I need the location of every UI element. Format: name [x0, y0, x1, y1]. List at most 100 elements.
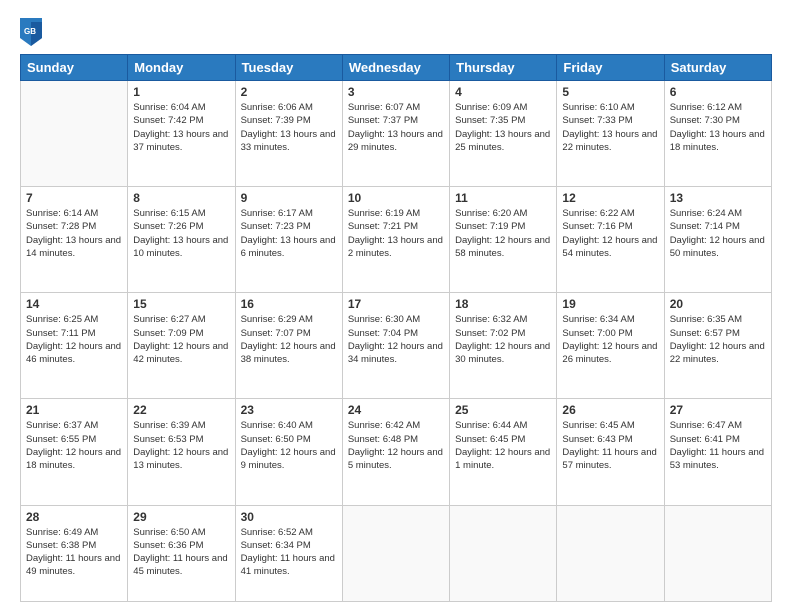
day-number: 19 — [562, 297, 658, 311]
day-info: Sunrise: 6:44 AMSunset: 6:45 PMDaylight:… — [455, 419, 551, 472]
day-info: Sunrise: 6:07 AMSunset: 7:37 PMDaylight:… — [348, 101, 444, 154]
day-number: 1 — [133, 85, 229, 99]
day-number: 11 — [455, 191, 551, 205]
calendar-cell: 17Sunrise: 6:30 AMSunset: 7:04 PMDayligh… — [342, 293, 449, 399]
day-info: Sunrise: 6:10 AMSunset: 7:33 PMDaylight:… — [562, 101, 658, 154]
weekday-header-monday: Monday — [128, 55, 235, 81]
weekday-header-friday: Friday — [557, 55, 664, 81]
day-info: Sunrise: 6:17 AMSunset: 7:23 PMDaylight:… — [241, 207, 337, 260]
day-info: Sunrise: 6:40 AMSunset: 6:50 PMDaylight:… — [241, 419, 337, 472]
header: GB — [20, 18, 772, 46]
day-info: Sunrise: 6:34 AMSunset: 7:00 PMDaylight:… — [562, 313, 658, 366]
day-number: 22 — [133, 403, 229, 417]
day-info: Sunrise: 6:45 AMSunset: 6:43 PMDaylight:… — [562, 419, 658, 472]
day-info: Sunrise: 6:12 AMSunset: 7:30 PMDaylight:… — [670, 101, 766, 154]
day-info: Sunrise: 6:27 AMSunset: 7:09 PMDaylight:… — [133, 313, 229, 366]
day-number: 2 — [241, 85, 337, 99]
day-number: 10 — [348, 191, 444, 205]
day-info: Sunrise: 6:04 AMSunset: 7:42 PMDaylight:… — [133, 101, 229, 154]
calendar-cell — [450, 505, 557, 602]
week-row-4: 21 Sunrise: 6:37 AMSunset: 6:55 PMDayligh… — [21, 399, 772, 505]
calendar-cell: 10 Sunrise: 6:19 AMSunset: 7:21 PMDayligh… — [342, 187, 449, 293]
day-number: 27 — [670, 403, 766, 417]
day-number: 8 — [133, 191, 229, 205]
weekday-header-sunday: Sunday — [21, 55, 128, 81]
calendar-cell: 11 Sunrise: 6:20 AMSunset: 7:19 PMDayligh… — [450, 187, 557, 293]
calendar-cell: 14 Sunrise: 6:25 AMSunset: 7:11 PMDayligh… — [21, 293, 128, 399]
calendar-cell: 23 Sunrise: 6:40 AMSunset: 6:50 PMDayligh… — [235, 399, 342, 505]
calendar-cell: 28 Sunrise: 6:49 AMSunset: 6:38 PMDayligh… — [21, 505, 128, 602]
page: GB SundayMondayTuesdayWednesdayThursdayF… — [0, 0, 792, 612]
day-info: Sunrise: 6:24 AMSunset: 7:14 PMDaylight:… — [670, 207, 766, 260]
calendar-cell: 3 Sunrise: 6:07 AMSunset: 7:37 PMDaylight… — [342, 81, 449, 187]
day-number: 21 — [26, 403, 122, 417]
day-number: 7 — [26, 191, 122, 205]
day-info: Sunrise: 6:29 AMSunset: 7:07 PMDaylight:… — [241, 313, 337, 366]
day-info: Sunrise: 6:39 AMSunset: 6:53 PMDaylight:… — [133, 419, 229, 472]
day-number: 28 — [26, 510, 122, 524]
day-info: Sunrise: 6:14 AMSunset: 7:28 PMDaylight:… — [26, 207, 122, 260]
day-info: Sunrise: 6:42 AMSunset: 6:48 PMDaylight:… — [348, 419, 444, 472]
calendar-cell: 19 Sunrise: 6:34 AMSunset: 7:00 PMDayligh… — [557, 293, 664, 399]
day-info: Sunrise: 6:22 AMSunset: 7:16 PMDaylight:… — [562, 207, 658, 260]
calendar-cell: 22 Sunrise: 6:39 AMSunset: 6:53 PMDayligh… — [128, 399, 235, 505]
day-info: Sunrise: 6:32 AMSunset: 7:02 PMDaylight:… — [455, 313, 551, 366]
day-number: 12 — [562, 191, 658, 205]
day-number: 23 — [241, 403, 337, 417]
calendar-cell: 25 Sunrise: 6:44 AMSunset: 6:45 PMDayligh… — [450, 399, 557, 505]
calendar-cell: 8Sunrise: 6:15 AMSunset: 7:26 PMDaylight… — [128, 187, 235, 293]
day-info: Sunrise: 6:37 AMSunset: 6:55 PMDaylight:… — [26, 419, 122, 472]
calendar-cell: 6 Sunrise: 6:12 AMSunset: 7:30 PMDaylight… — [664, 81, 771, 187]
day-number: 20 — [670, 297, 766, 311]
day-number: 25 — [455, 403, 551, 417]
calendar-table: SundayMondayTuesdayWednesdayThursdayFrid… — [20, 54, 772, 602]
day-info: Sunrise: 6:35 AMSunset: 6:57 PMDaylight:… — [670, 313, 766, 366]
day-number: 5 — [562, 85, 658, 99]
calendar-cell: 4 Sunrise: 6:09 AMSunset: 7:35 PMDaylight… — [450, 81, 557, 187]
calendar-cell: 1 Sunrise: 6:04 AMSunset: 7:42 PMDaylight… — [128, 81, 235, 187]
day-number: 24 — [348, 403, 444, 417]
day-number: 4 — [455, 85, 551, 99]
weekday-header-saturday: Saturday — [664, 55, 771, 81]
calendar-cell: 13 Sunrise: 6:24 AMSunset: 7:14 PMDayligh… — [664, 187, 771, 293]
week-row-1: 1 Sunrise: 6:04 AMSunset: 7:42 PMDaylight… — [21, 81, 772, 187]
calendar-cell: 9 Sunrise: 6:17 AMSunset: 7:23 PMDaylight… — [235, 187, 342, 293]
day-info: Sunrise: 6:50 AMSunset: 6:36 PMDaylight:… — [133, 526, 229, 579]
weekday-header-thursday: Thursday — [450, 55, 557, 81]
weekday-header-tuesday: Tuesday — [235, 55, 342, 81]
week-row-2: 7 Sunrise: 6:14 AMSunset: 7:28 PMDaylight… — [21, 187, 772, 293]
calendar-cell: 24 Sunrise: 6:42 AMSunset: 6:48 PMDayligh… — [342, 399, 449, 505]
day-number: 6 — [670, 85, 766, 99]
day-number: 13 — [670, 191, 766, 205]
calendar-cell: 2 Sunrise: 6:06 AMSunset: 7:39 PMDaylight… — [235, 81, 342, 187]
logo-icon: GB — [20, 18, 42, 46]
calendar-cell: 26Sunrise: 6:45 AMSunset: 6:43 PMDayligh… — [557, 399, 664, 505]
day-info: Sunrise: 6:49 AMSunset: 6:38 PMDaylight:… — [26, 526, 122, 579]
weekday-header-wednesday: Wednesday — [342, 55, 449, 81]
calendar-cell: 18Sunrise: 6:32 AMSunset: 7:02 PMDayligh… — [450, 293, 557, 399]
calendar-cell: 5 Sunrise: 6:10 AMSunset: 7:33 PMDaylight… — [557, 81, 664, 187]
calendar-cell: 21 Sunrise: 6:37 AMSunset: 6:55 PMDayligh… — [21, 399, 128, 505]
day-info: Sunrise: 6:25 AMSunset: 7:11 PMDaylight:… — [26, 313, 122, 366]
calendar-cell: 20 Sunrise: 6:35 AMSunset: 6:57 PMDayligh… — [664, 293, 771, 399]
calendar-cell: 30Sunrise: 6:52 AMSunset: 6:34 PMDayligh… — [235, 505, 342, 602]
day-number: 14 — [26, 297, 122, 311]
week-row-3: 14 Sunrise: 6:25 AMSunset: 7:11 PMDayligh… — [21, 293, 772, 399]
calendar-cell: 12 Sunrise: 6:22 AMSunset: 7:16 PMDayligh… — [557, 187, 664, 293]
day-number: 15 — [133, 297, 229, 311]
calendar-cell — [557, 505, 664, 602]
svg-text:GB: GB — [24, 27, 36, 36]
day-info: Sunrise: 6:20 AMSunset: 7:19 PMDaylight:… — [455, 207, 551, 260]
logo: GB — [20, 18, 46, 46]
day-number: 9 — [241, 191, 337, 205]
calendar-cell: 15 Sunrise: 6:27 AMSunset: 7:09 PMDayligh… — [128, 293, 235, 399]
calendar-cell: 7 Sunrise: 6:14 AMSunset: 7:28 PMDaylight… — [21, 187, 128, 293]
calendar-cell: 29Sunrise: 6:50 AMSunset: 6:36 PMDayligh… — [128, 505, 235, 602]
day-info: Sunrise: 6:52 AMSunset: 6:34 PMDaylight:… — [241, 526, 337, 579]
day-info: Sunrise: 6:19 AMSunset: 7:21 PMDaylight:… — [348, 207, 444, 260]
day-info: Sunrise: 6:06 AMSunset: 7:39 PMDaylight:… — [241, 101, 337, 154]
calendar-cell: 27Sunrise: 6:47 AMSunset: 6:41 PMDayligh… — [664, 399, 771, 505]
day-number: 3 — [348, 85, 444, 99]
day-number: 17 — [348, 297, 444, 311]
day-info: Sunrise: 6:09 AMSunset: 7:35 PMDaylight:… — [455, 101, 551, 154]
